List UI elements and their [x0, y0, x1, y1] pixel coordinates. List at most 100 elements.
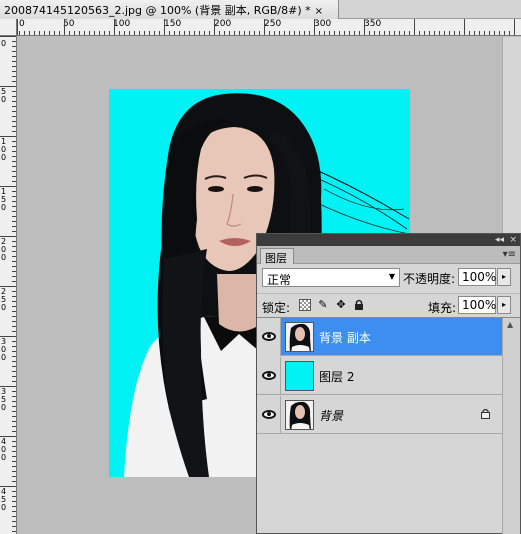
- ruler-tick: [12, 376, 16, 377]
- ruler-tick: [99, 31, 100, 35]
- ruler-tick: [139, 31, 140, 35]
- lock-icon[interactable]: [353, 299, 365, 311]
- move-icon[interactable]: ✥: [335, 299, 347, 311]
- ruler-tick: [12, 226, 16, 227]
- horizontal-ruler[interactable]: 0 50 100 150 200 250 300 350: [17, 19, 521, 36]
- eye-icon: [262, 332, 276, 341]
- ruler-tick: [12, 296, 16, 297]
- ruler-tick: [459, 31, 460, 35]
- ruler-tick: [239, 31, 240, 35]
- layer-row-background-copy[interactable]: 背景 副本: [257, 318, 502, 356]
- vertical-ruler[interactable]: 0 5 0 1 0 0 1 5 0 2 0 0 2 5 0 3 0 0 3 5 …: [0, 36, 17, 534]
- ruler-tick: [259, 31, 260, 35]
- document-title: 200874145120563_2.jpg @ 100% (背景 副本, RGB…: [4, 4, 311, 17]
- ruler-tick: [289, 31, 290, 35]
- ruler-tick: [12, 461, 16, 462]
- ruler-tick: [12, 166, 16, 167]
- ruler-tick: [12, 431, 16, 432]
- ruler-tick: [199, 31, 200, 35]
- ruler-tick: [0, 236, 16, 237]
- ruler-tick: [349, 31, 350, 35]
- ruler-tick: [174, 31, 175, 35]
- ruler-tick: [12, 146, 16, 147]
- ruler-tick: [274, 31, 275, 35]
- ruler-tick: [12, 181, 16, 182]
- ruler-tick: [384, 31, 385, 35]
- ruler-tick: [12, 41, 16, 42]
- ruler-tick: [12, 466, 16, 467]
- ruler-tick: [0, 436, 16, 437]
- close-panel-icon[interactable]: ×: [509, 234, 517, 246]
- collapse-panel-icon[interactable]: ◂◂: [495, 234, 504, 246]
- panel-header-bar: ◂◂ ×: [257, 234, 520, 246]
- panel-menu-icon[interactable]: ▾≡: [503, 249, 516, 260]
- ruler-tick: [12, 141, 16, 142]
- ruler-v-label: 5 0: [1, 87, 7, 104]
- opacity-input[interactable]: 100%: [458, 268, 496, 286]
- ruler-tick: [249, 31, 250, 35]
- ruler-tick: [164, 19, 165, 35]
- ruler-tick: [124, 31, 125, 35]
- ruler-tick: [104, 31, 105, 35]
- layer-thumbnail: [285, 361, 314, 391]
- ruler-tick: [12, 371, 16, 372]
- ruler-tick: [12, 351, 16, 352]
- ruler-corner[interactable]: [0, 19, 17, 36]
- ruler-v-label: 4 5 0: [1, 487, 7, 512]
- opacity-stepper-icon[interactable]: ▸: [497, 268, 511, 286]
- ruler-tick: [244, 31, 245, 35]
- ruler-tick: [509, 31, 510, 35]
- layers-list-scrollbar[interactable]: ▲: [502, 318, 520, 534]
- visibility-toggle[interactable]: [257, 357, 281, 395]
- ruler-v-label: 4 0 0: [1, 437, 7, 462]
- tab-layers[interactable]: 图层: [260, 248, 294, 265]
- ruler-h-label: 0: [19, 19, 25, 29]
- ruler-tick: [12, 101, 16, 102]
- checker-icon[interactable]: [299, 299, 311, 311]
- ruler-tick: [12, 261, 16, 262]
- ruler-tick: [0, 486, 16, 487]
- blend-mode-select[interactable]: 正常 ▼: [262, 268, 400, 287]
- ruler-tick: [284, 31, 285, 35]
- brush-icon[interactable]: ✎: [317, 299, 329, 311]
- ruler-tick: [394, 31, 395, 35]
- visibility-toggle[interactable]: [257, 318, 281, 356]
- layer-row-layer-2[interactable]: 图层 2: [257, 357, 502, 395]
- chevron-down-icon: ▼: [388, 272, 395, 281]
- ruler-tick: [494, 31, 495, 35]
- ruler-tick: [12, 326, 16, 327]
- ruler-tick: [44, 31, 45, 35]
- ruler-tick: [12, 496, 16, 497]
- document-tab[interactable]: 200874145120563_2.jpg @ 100% (背景 副本, RGB…: [0, 0, 339, 19]
- panel-tab-bar: 图层 ▾≡: [257, 246, 520, 265]
- ruler-tick: [169, 31, 170, 35]
- ruler-tick: [12, 441, 16, 442]
- ruler-tick: [134, 31, 135, 35]
- ruler-tick: [119, 31, 120, 35]
- close-icon[interactable]: ×: [315, 6, 323, 17]
- ruler-tick: [12, 501, 16, 502]
- ruler-tick: [12, 71, 16, 72]
- ruler-tick: [12, 416, 16, 417]
- layer-row-background[interactable]: 背景: [257, 396, 502, 434]
- ruler-tick: [59, 31, 60, 35]
- ruler-tick: [12, 211, 16, 212]
- ruler-tick: [424, 31, 425, 35]
- ruler-tick: [429, 31, 430, 35]
- fill-stepper-icon[interactable]: ▸: [497, 296, 511, 314]
- ruler-tick: [234, 31, 235, 35]
- ruler-v-label: 1 5 0: [1, 187, 7, 212]
- fill-input[interactable]: 100%: [458, 296, 496, 314]
- ruler-tick: [0, 136, 16, 137]
- ruler-tick: [12, 206, 16, 207]
- ruler-tick: [12, 366, 16, 367]
- scroll-up-icon[interactable]: ▲: [507, 320, 513, 329]
- lock-row: 锁定: ✎ ✥ 填充: 100% ▸: [257, 293, 520, 315]
- fill-label: 填充:: [428, 301, 457, 315]
- ruler-tick: [12, 516, 16, 517]
- ruler-tick: [12, 446, 16, 447]
- ruler-tick: [34, 31, 35, 35]
- document-title-bar: 200874145120563_2.jpg @ 100% (背景 副本, RGB…: [0, 0, 521, 19]
- visibility-toggle[interactable]: [257, 396, 281, 434]
- ruler-tick: [12, 116, 16, 117]
